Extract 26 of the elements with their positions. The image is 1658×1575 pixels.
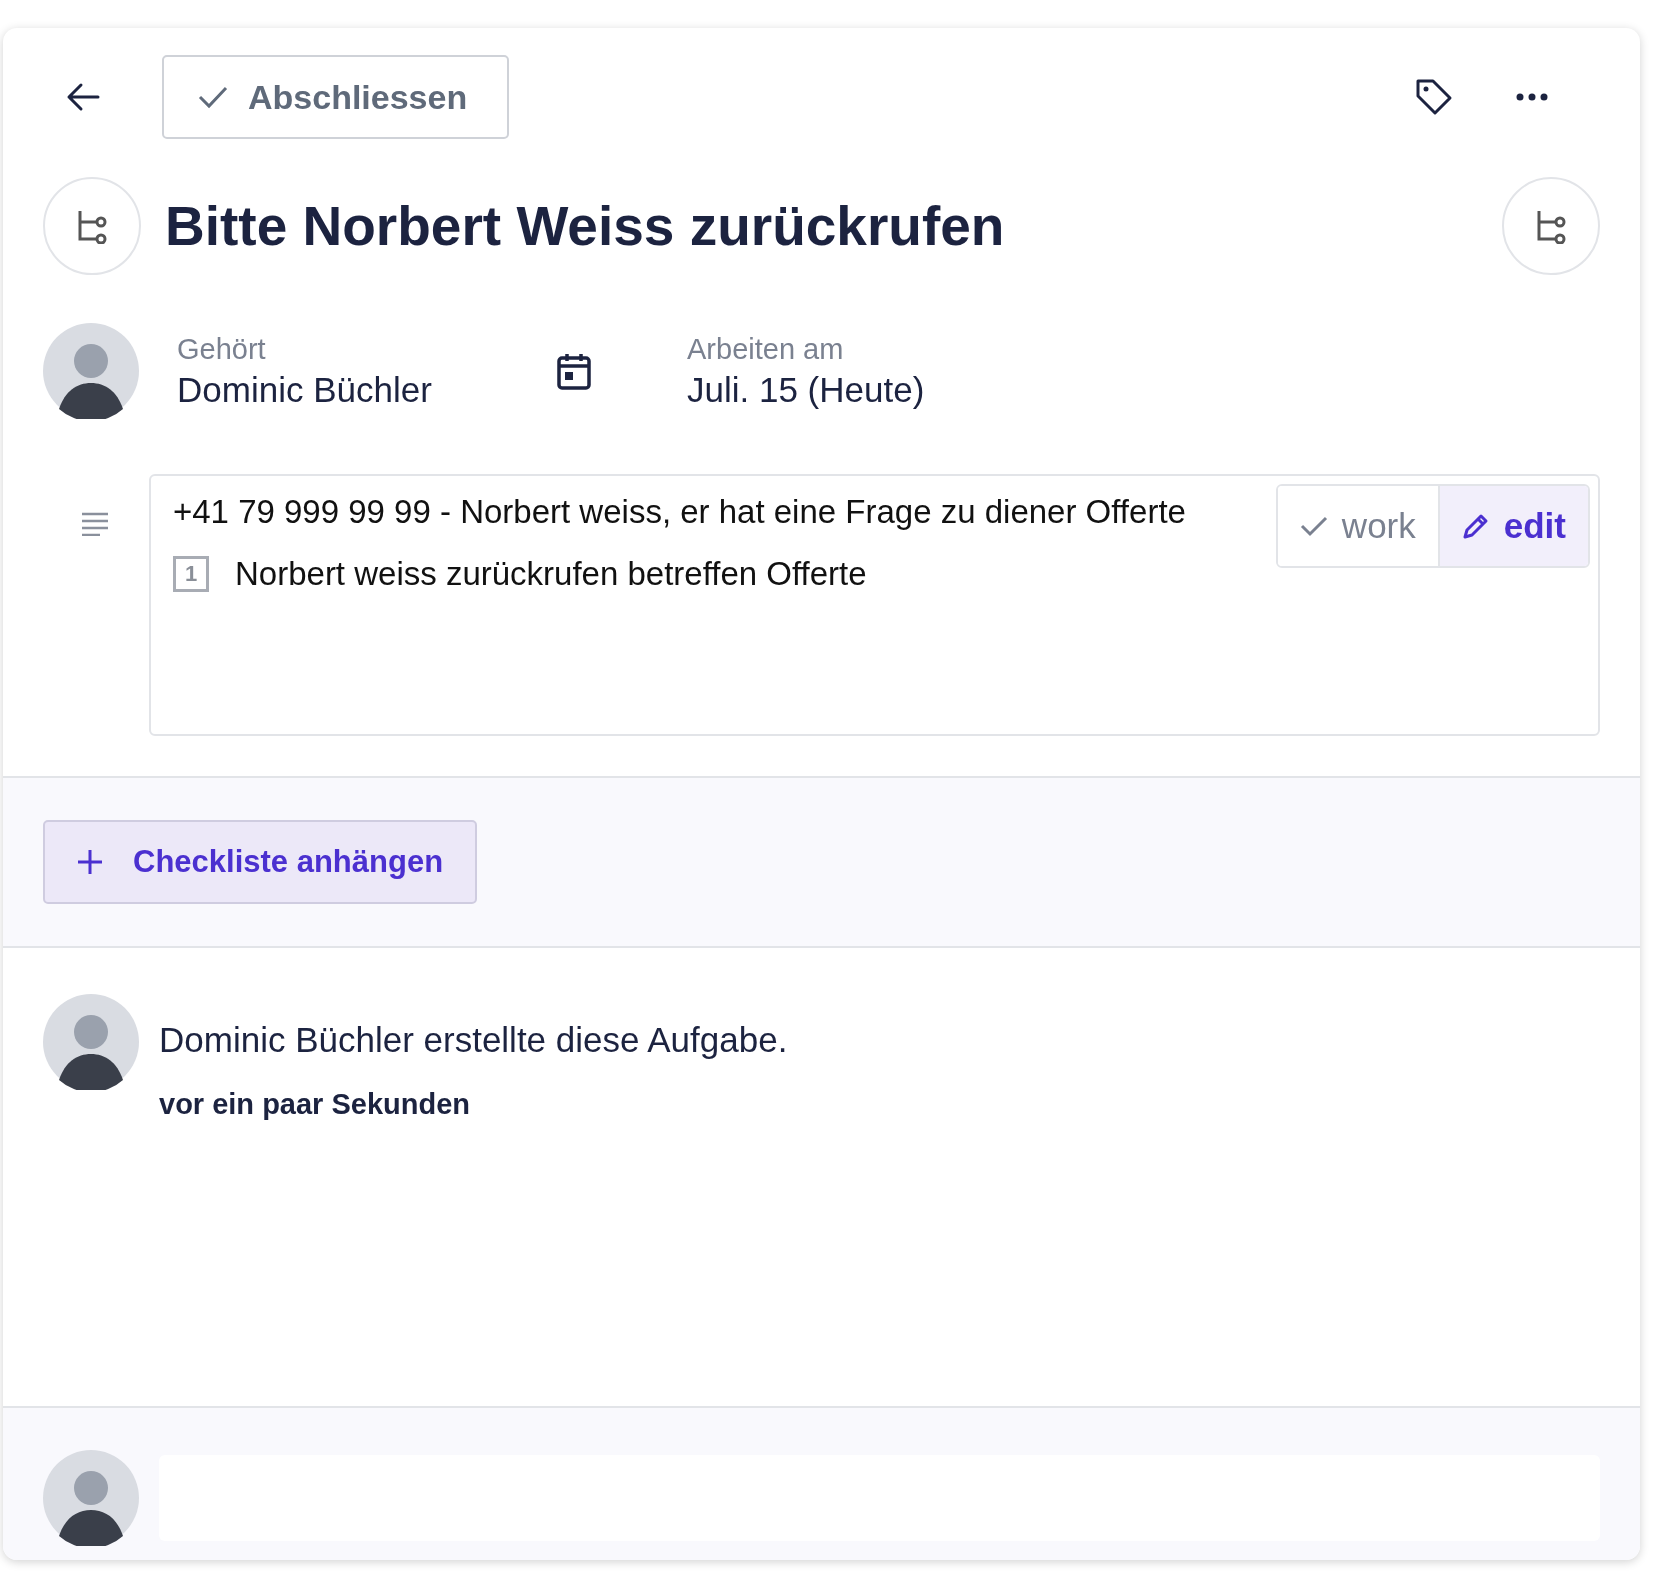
avatar-icon [43,323,139,419]
tag-icon[interactable] [1414,77,1454,117]
check-icon [198,85,228,109]
activity-text: Dominic Büchler erstellte diese Aufgabe. [159,1020,788,1060]
plus-icon [77,849,103,875]
avatar-icon [43,1450,139,1546]
date-label: Arbeiten am [687,332,845,366]
list-item-text: Norbert weiss zurückrufen betreffen Offerte [235,554,867,594]
task-title: Bitte Norbert Weiss zurückrufen [165,194,1006,258]
description-text: +41 79 999 99 99 - Norbert weiss, er hat eine Frage zu diener Offerte [173,492,1186,532]
more-icon[interactable] [1516,93,1548,101]
pencil-icon [1461,512,1490,540]
calendar-icon[interactable] [557,352,591,390]
list-number: 1 [173,556,209,592]
due-date: Juli. 15 (Heute) [687,369,926,410]
back-arrow-icon[interactable] [66,82,100,112]
description-icon [81,512,109,536]
add-checklist-button[interactable]: Checkliste anhängen [43,820,478,904]
activity-time: vor ein paar Sekunden [159,1088,472,1121]
avatar-icon [43,994,139,1090]
owner-name: Dominic Büchler [177,369,433,410]
description-box[interactable]: +41 79 999 99 99 - Norbert weiss, er hat eine Frage zu diener Offerte 1 Norbert weiss zurückrufen betreffen Offerte work edit [149,474,1600,736]
mode-tab[interactable]: edit [1437,486,1588,566]
check-icon [1299,515,1328,537]
complete-button[interactable]: Abschliessen [162,55,510,139]
owner-label: Gehört [177,332,267,366]
